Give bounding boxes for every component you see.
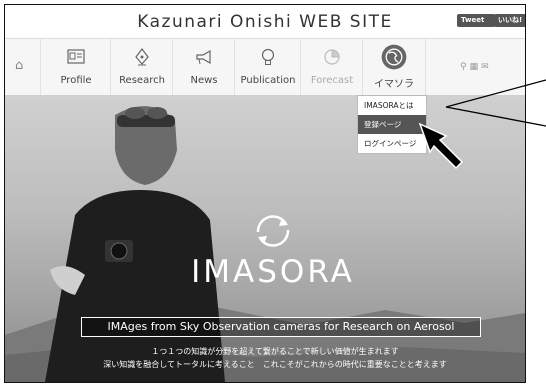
hero-text-line-2: 深い知識を融合してトータルに考えること これこそがこれからの時代に重要なことと考… bbox=[103, 360, 447, 369]
refresh-arrows-icon bbox=[256, 215, 290, 247]
key-icon[interactable]: ⚲ bbox=[460, 62, 470, 72]
lightbulb-icon bbox=[261, 48, 275, 65]
imasora-dropdown-menu: IMASORAとは 登録ページ ログインページ bbox=[357, 95, 427, 154]
utility-icons: ⚲▦✉ bbox=[460, 62, 492, 72]
nav-item-news[interactable]: News bbox=[172, 39, 235, 95]
hero-tagline: IMAges from Sky Observation cameras for … bbox=[81, 317, 481, 337]
nav-label: Profile bbox=[60, 75, 92, 86]
imasora-logo: IMASORA bbox=[188, 212, 358, 290]
megaphone-icon bbox=[196, 49, 211, 65]
dropdown-item-about[interactable]: IMASORAとは bbox=[358, 96, 426, 115]
main-nav: ⌂ Profile Research News Publication Fore… bbox=[5, 38, 525, 96]
pen-nib-icon bbox=[135, 48, 149, 66]
site-title: Kazunari Onishi WEB SITE bbox=[137, 12, 393, 32]
logo-text: IMASORA bbox=[191, 254, 355, 290]
hero-text-line-1: １つ１つの知識が分野を超えて繋がることで新しい価値が生まれます bbox=[151, 347, 399, 356]
nav-label: Publication bbox=[240, 75, 296, 86]
tweet-button[interactable]: Tweet bbox=[457, 14, 495, 27]
nav-item-research[interactable]: Research bbox=[110, 39, 173, 95]
nav-item-publication[interactable]: Publication bbox=[234, 39, 301, 95]
hero-banner: IMASORA IMAges from Sky Observation came… bbox=[5, 95, 525, 382]
pie-chart-icon bbox=[324, 49, 340, 65]
browser-page: Kazunari Onishi WEB SITE Tweet いいね! ⌂ Pr… bbox=[4, 4, 526, 383]
mail-icon[interactable]: ✉ bbox=[481, 62, 492, 72]
nav-label: Forecast bbox=[310, 75, 354, 86]
nav-item-imasora[interactable]: イマソラ bbox=[362, 39, 426, 95]
nav-label: イマソラ bbox=[374, 79, 414, 90]
nav-label: News bbox=[190, 75, 218, 86]
nav-item-forecast[interactable]: Forecast bbox=[300, 39, 363, 95]
home-icon[interactable]: ⌂ bbox=[15, 58, 23, 73]
nav-label: Research bbox=[119, 75, 165, 86]
dropdown-item-register[interactable]: 登録ページ bbox=[358, 115, 426, 134]
profile-card-icon bbox=[67, 49, 85, 64]
dropdown-item-login[interactable]: ログインページ bbox=[358, 134, 426, 153]
sitemap-icon[interactable]: ▦ bbox=[470, 62, 482, 72]
facebook-like-button[interactable]: いいね! bbox=[494, 14, 525, 27]
globe-icon bbox=[381, 44, 407, 70]
nav-item-profile[interactable]: Profile bbox=[40, 39, 111, 95]
